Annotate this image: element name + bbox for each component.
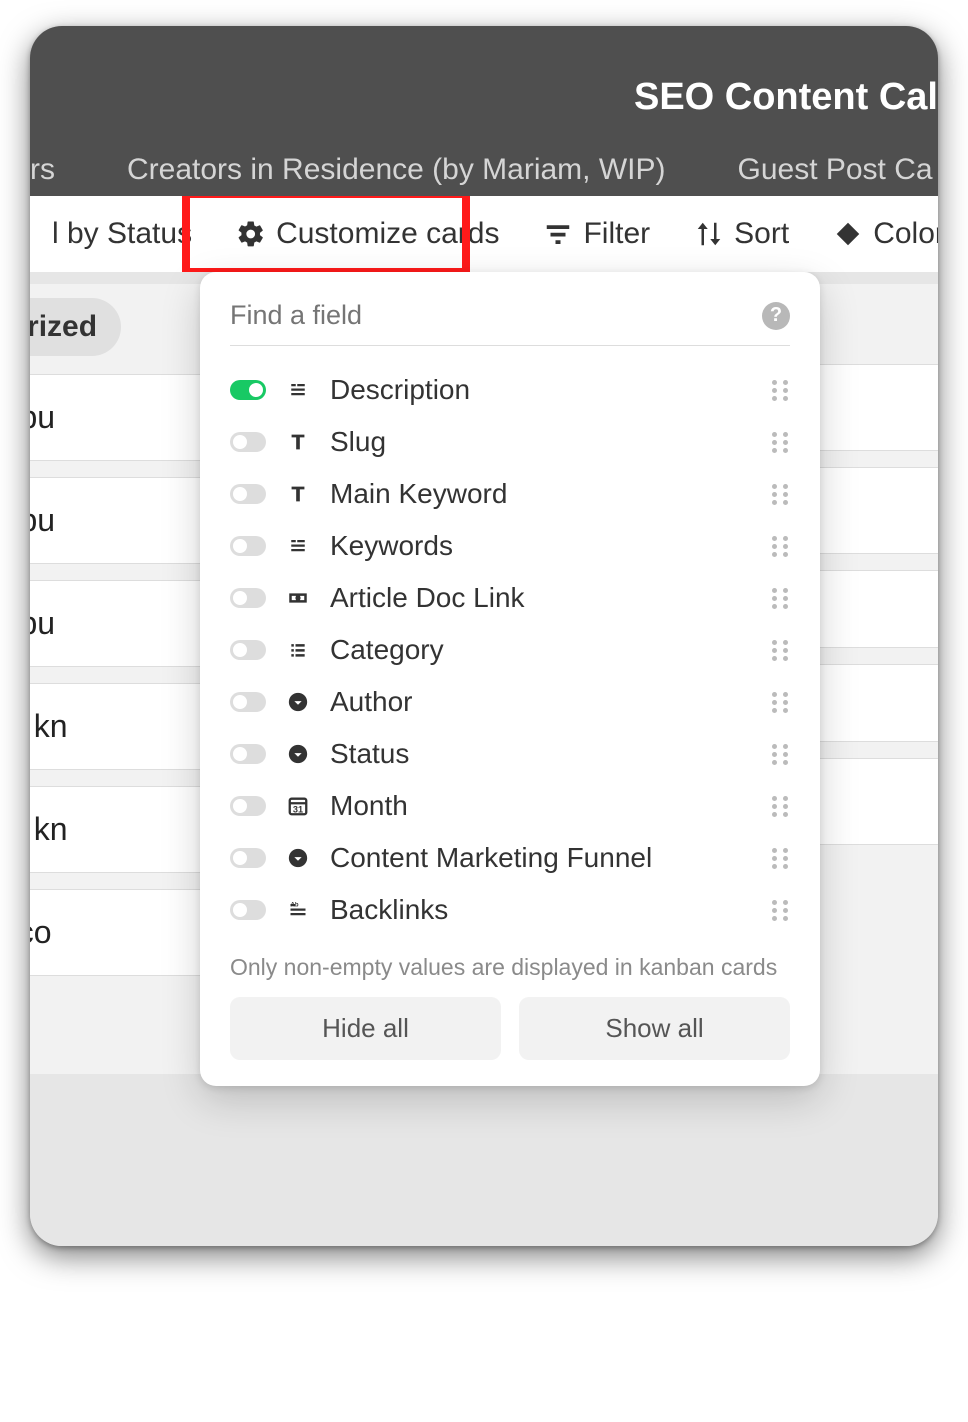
field-row-status: Status — [230, 728, 790, 780]
field-toggle[interactable] — [230, 848, 266, 868]
field-toggle[interactable] — [230, 796, 266, 816]
field-row-keywords: Keywords — [230, 520, 790, 572]
field-label: Keywords — [330, 530, 754, 562]
gear-icon — [236, 219, 266, 249]
color-icon — [833, 219, 863, 249]
svg-text:31: 31 — [293, 804, 303, 814]
field-type-icon — [284, 688, 312, 716]
field-toggle[interactable] — [230, 432, 266, 452]
header: SEO Content Cal rs Creators in Residence… — [30, 26, 938, 196]
field-toggle[interactable] — [230, 692, 266, 712]
field-label: Content Marketing Funnel — [330, 842, 754, 874]
field-type-icon — [284, 844, 312, 872]
field-row-article-doc-link: Article Doc Link — [230, 572, 790, 624]
field-label: Backlinks — [330, 894, 754, 926]
view-tabs: rs Creators in Residence (by Mariam, WIP… — [30, 143, 938, 201]
sort-icon — [694, 219, 724, 249]
field-type-icon: Ab — [284, 896, 312, 924]
field-type-icon — [284, 480, 312, 508]
page-title: SEO Content Cal — [30, 26, 938, 119]
svg-text:Ab: Ab — [291, 902, 299, 908]
sort-button[interactable]: Sort — [672, 196, 811, 272]
hide-all-button[interactable]: Hide all — [230, 997, 501, 1060]
popup-note: Only non-empty values are displayed in k… — [230, 954, 790, 981]
field-label: Status — [330, 738, 754, 770]
drag-handle-icon[interactable] — [772, 692, 790, 713]
field-label: Article Doc Link — [330, 582, 754, 614]
field-row-slug: Slug — [230, 416, 790, 468]
field-label: Description — [330, 374, 754, 406]
drag-handle-icon[interactable] — [772, 640, 790, 661]
toolbar: l by Status Customize cards Filter Sort … — [30, 196, 938, 272]
field-label: Month — [330, 790, 754, 822]
drag-handle-icon[interactable] — [772, 484, 790, 505]
field-row-category: Category — [230, 624, 790, 676]
drag-handle-icon[interactable] — [772, 536, 790, 557]
field-toggle[interactable] — [230, 588, 266, 608]
drag-handle-icon[interactable] — [772, 848, 790, 869]
field-type-icon — [284, 636, 312, 664]
field-row-content-marketing-funnel: Content Marketing Funnel — [230, 832, 790, 884]
show-all-button[interactable]: Show all — [519, 997, 790, 1060]
field-row-backlinks: Ab Backlinks — [230, 884, 790, 936]
customize-cards-popup: ? Description Slug Main Keyword Keywords Art… — [200, 272, 820, 1086]
drag-handle-icon[interactable] — [772, 744, 790, 765]
customize-cards-button[interactable]: Customize cards — [214, 196, 521, 272]
field-toggle[interactable] — [230, 744, 266, 764]
field-type-icon — [284, 376, 312, 404]
filter-icon — [543, 219, 573, 249]
app-frame: SEO Content Cal rs Creators in Residence… — [30, 26, 938, 1246]
field-toggle[interactable] — [230, 380, 266, 400]
field-search-input[interactable] — [230, 300, 762, 331]
field-label: Category — [330, 634, 754, 666]
column-header[interactable]: ncategorized — [30, 298, 121, 356]
drag-handle-icon[interactable] — [772, 588, 790, 609]
drag-handle-icon[interactable] — [772, 796, 790, 817]
field-label: Author — [330, 686, 754, 718]
field-label: Slug — [330, 426, 754, 458]
field-row-author: Author — [230, 676, 790, 728]
field-type-icon — [284, 584, 312, 612]
filter-button[interactable]: Filter — [521, 196, 672, 272]
field-label: Main Keyword — [330, 478, 754, 510]
tab-1[interactable]: Creators in Residence (by Mariam, WIP) — [91, 143, 701, 201]
drag-handle-icon[interactable] — [772, 432, 790, 453]
drag-handle-icon[interactable] — [772, 900, 790, 921]
view-name[interactable]: l by Status — [30, 196, 214, 272]
field-type-icon — [284, 428, 312, 456]
field-row-month: 31 Month — [230, 780, 790, 832]
field-row-description: Description — [230, 364, 790, 416]
field-type-icon — [284, 740, 312, 768]
tab-0[interactable]: rs — [30, 143, 91, 201]
color-button[interactable]: Color — [811, 196, 938, 272]
field-toggle[interactable] — [230, 640, 266, 660]
field-toggle[interactable] — [230, 536, 266, 556]
drag-handle-icon[interactable] — [772, 380, 790, 401]
field-toggle[interactable] — [230, 484, 266, 504]
field-type-icon — [284, 532, 312, 560]
help-icon[interactable]: ? — [762, 302, 790, 330]
field-type-icon: 31 — [284, 792, 312, 820]
tab-2[interactable]: Guest Post Ca — [701, 143, 938, 201]
field-toggle[interactable] — [230, 900, 266, 920]
field-row-main-keyword: Main Keyword — [230, 468, 790, 520]
